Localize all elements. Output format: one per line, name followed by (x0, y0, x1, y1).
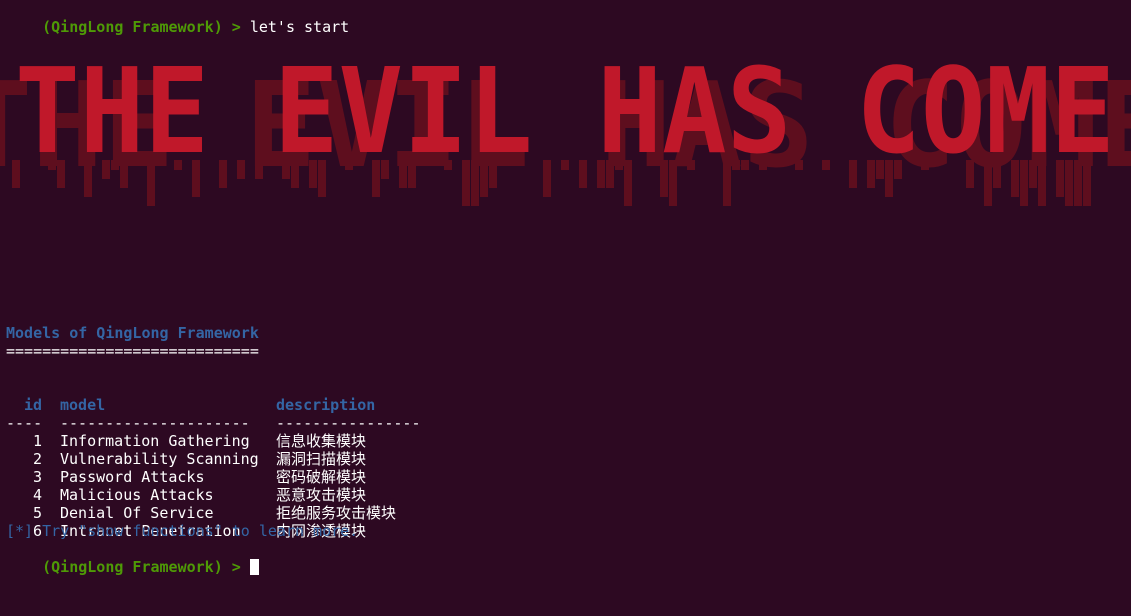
table-row: 2 Vulnerability Scanning 漏洞扫描模块 (6, 432, 606, 468)
table-row: 3 Password Attacks 密码破解模块 (6, 450, 606, 486)
table-row: 4 Malicious Attacks 恶意攻击模块 (6, 468, 606, 504)
text-cursor[interactable] (249, 559, 259, 575)
evil-has-come-banner: THE EVIL HAS COME THE EVIL HAS COME (0, 60, 1131, 206)
table-header: id model description (6, 378, 606, 414)
table-row: 6 Intranet Penetration 内网渗透模块 (6, 504, 606, 540)
command-text: let's start (249, 18, 350, 36)
models-title-underline: ============================ (6, 342, 259, 360)
table-row: 1 Information Gathering 信息收集模块 (6, 414, 606, 450)
banner-text: THE EVIL HAS COME (15, 60, 1115, 180)
table-separator: ---- --------------------- ---------------… (6, 396, 606, 432)
shell-prompt: (QingLong Framework) > (42, 558, 250, 576)
shell-prompt: (QingLong Framework) > (42, 18, 250, 36)
command-line-1: (QingLong Framework) > let's start (6, 0, 349, 36)
command-line-2[interactable]: (QingLong Framework) > (6, 540, 259, 576)
table-row: 5 Denial Of Service 拒绝服务攻击模块 (6, 486, 606, 522)
hint-line: [*] Try "show functions" to learn more. (6, 522, 359, 540)
models-title: Models of QingLong Framework (6, 324, 259, 342)
